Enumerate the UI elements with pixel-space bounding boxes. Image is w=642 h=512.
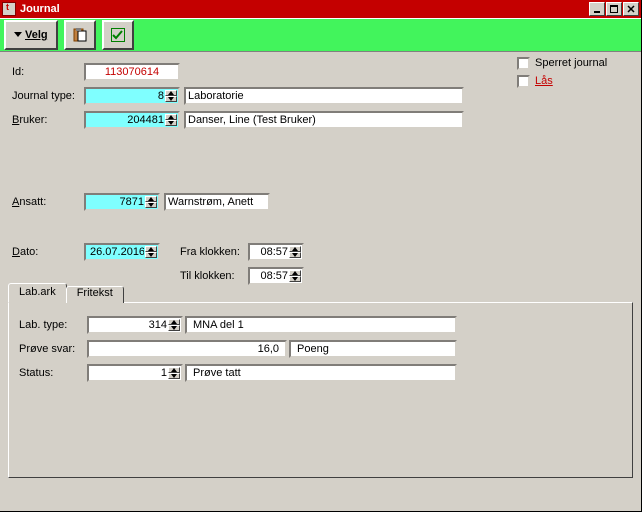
- lab-type-text-input[interactable]: [191, 318, 451, 332]
- ansatt-text-field[interactable]: [164, 193, 270, 211]
- status-label: Status:: [19, 367, 87, 379]
- dato-spinner[interactable]: [84, 243, 160, 261]
- status-spinner[interactable]: [87, 364, 183, 382]
- dato-label: Dato:: [12, 246, 84, 258]
- journal-type-spinner[interactable]: [84, 87, 180, 105]
- fra-time-input[interactable]: [252, 245, 288, 259]
- prove-svar-unit-input[interactable]: [295, 342, 451, 356]
- spin-down-icon[interactable]: [145, 252, 157, 258]
- id-input[interactable]: [88, 65, 176, 79]
- bruker-spinner[interactable]: [84, 111, 180, 129]
- laas-checkbox[interactable]: [517, 75, 530, 88]
- ansatt-label: Ansatt:: [12, 196, 84, 208]
- spin-down-icon[interactable]: [168, 325, 180, 331]
- app-icon: [2, 2, 16, 16]
- paste-button[interactable]: [64, 20, 96, 50]
- window-title: Journal: [20, 3, 589, 15]
- velg-label: Velg: [25, 29, 48, 41]
- bruker-text-field[interactable]: [184, 111, 464, 129]
- form-area: Sperret journal Lås Id: Journal type:: [0, 52, 641, 286]
- ansatt-input[interactable]: [88, 195, 144, 209]
- sperret-label: Sperret journal: [535, 57, 607, 69]
- right-panel: Sperret journal Lås: [517, 54, 627, 90]
- maximize-button[interactable]: [606, 2, 622, 16]
- tab-body: Lab. type: Prøve svar:: [8, 302, 633, 478]
- journal-type-text-input[interactable]: [188, 89, 460, 103]
- lab-type-spinner[interactable]: [87, 316, 183, 334]
- tab-strip: Lab.ark Fritekst: [8, 283, 633, 303]
- journal-type-input[interactable]: [88, 89, 164, 103]
- sperret-checkbox[interactable]: [517, 57, 530, 70]
- bruker-input[interactable]: [88, 113, 164, 127]
- tab-fritekst[interactable]: Fritekst: [66, 286, 124, 303]
- titlebar: Journal: [0, 0, 641, 18]
- spin-down-icon[interactable]: [145, 202, 157, 208]
- lab-type-label: Lab. type:: [19, 319, 87, 331]
- til-klokken-label: Til klokken:: [180, 270, 248, 282]
- spin-down-icon[interactable]: [165, 96, 177, 102]
- close-button[interactable]: [623, 2, 639, 16]
- lab-type-input[interactable]: [91, 318, 167, 332]
- fra-time-spinner[interactable]: [248, 243, 304, 261]
- journal-type-text-field[interactable]: [184, 87, 464, 105]
- sperret-checkbox-row[interactable]: Sperret journal: [517, 54, 627, 72]
- spin-down-icon[interactable]: [289, 276, 301, 282]
- ansatt-text-input[interactable]: [168, 195, 266, 209]
- minimize-button[interactable]: [589, 2, 605, 16]
- spin-down-icon[interactable]: [289, 252, 301, 258]
- status-text-input[interactable]: [191, 366, 451, 380]
- spin-down-icon[interactable]: [165, 120, 177, 126]
- ansatt-spinner[interactable]: [84, 193, 160, 211]
- toolbar: Velg: [0, 18, 641, 52]
- tab-area: Lab.ark Fritekst Lab. type: Pr: [8, 283, 633, 478]
- chevron-down-icon: [14, 29, 22, 41]
- tab-labark[interactable]: Lab.ark: [8, 283, 67, 303]
- bruker-label: Bruker:: [12, 114, 84, 126]
- clipboard-icon: [72, 27, 88, 43]
- prove-svar-unit-field[interactable]: [289, 340, 457, 358]
- app-window: Journal Velg: [0, 0, 642, 512]
- prove-svar-input[interactable]: [93, 342, 281, 356]
- laas-label[interactable]: Lås: [535, 75, 553, 87]
- laas-checkbox-row[interactable]: Lås: [517, 72, 627, 90]
- bruker-text-input[interactable]: [188, 113, 460, 127]
- check-icon: [110, 27, 126, 43]
- status-input[interactable]: [91, 366, 167, 380]
- id-field[interactable]: [84, 63, 180, 81]
- id-label: Id:: [12, 66, 84, 78]
- velg-button[interactable]: Velg: [4, 20, 58, 50]
- prove-svar-field[interactable]: [87, 340, 287, 358]
- journal-type-label: Journal type:: [12, 90, 84, 102]
- status-text-field[interactable]: [185, 364, 457, 382]
- fra-klokken-label: Fra klokken:: [180, 246, 248, 258]
- dato-input[interactable]: [88, 245, 144, 259]
- confirm-button[interactable]: [102, 20, 134, 50]
- lab-type-text-field[interactable]: [185, 316, 457, 334]
- prove-svar-label: Prøve svar:: [19, 343, 87, 355]
- spin-down-icon[interactable]: [168, 373, 180, 379]
- til-time-input[interactable]: [252, 269, 288, 283]
- window-controls: [589, 2, 639, 16]
